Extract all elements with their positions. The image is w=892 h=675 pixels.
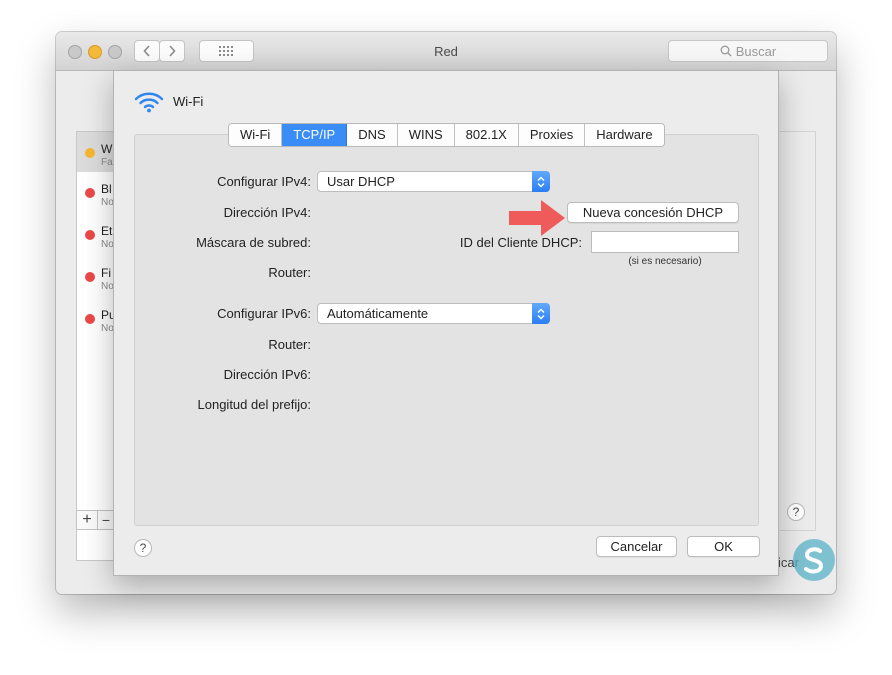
watermark-logo [790,536,838,584]
status-dot [85,230,95,240]
status-dot [85,188,95,198]
service-name: W [101,142,113,156]
configure-ipv4-popup[interactable]: Usar DHCP [317,171,550,192]
service-status: No [101,281,114,292]
dhcp-client-id-input[interactable] [591,231,739,253]
service-status: No [101,239,114,250]
client-id-hint: (si es necesario) [628,256,702,267]
main-help-button[interactable]: ? [787,503,805,521]
tab-wins[interactable]: WINS [397,124,455,146]
tab-content-pane [134,134,759,526]
wifi-advanced-sheet: Wi-Fi Wi-Fi TCP/IP DNS WINS 802.1X Proxi… [113,70,779,576]
configure-ipv6-value: Automáticamente [327,306,429,321]
popup-stepper-icon [532,303,550,324]
ok-button[interactable]: OK [687,536,760,557]
sidebar-controls: + − [76,510,114,530]
service-status: No [101,323,114,334]
configure-ipv6-popup[interactable]: Automáticamente [317,303,550,324]
subnet-mask-label: Máscara de subred: [196,235,311,250]
remove-service-button[interactable]: − [99,511,113,529]
tab-dns[interactable]: DNS [347,124,398,146]
prefix-length-label: Longitud del prefijo: [197,397,311,412]
service-name: Bl [101,182,112,196]
detail-pane-edge [780,131,816,531]
sheet-help-button[interactable]: ? [134,539,152,557]
service-status: No [101,197,114,208]
add-service-button[interactable]: + [77,511,98,529]
interface-name: Wi-Fi [173,94,204,109]
service-name: Fi [101,266,111,280]
ipv6-router-label: Router: [268,337,311,352]
search-icon [720,45,732,57]
ipv4-router-label: Router: [268,265,311,280]
tab-bar: Wi-Fi TCP/IP DNS WINS 802.1X Proxies Har… [228,123,665,147]
ipv4-address-label: Dirección IPv4: [223,205,311,220]
watermark-logo-icon [793,539,835,581]
title-bar: Red Buscar [56,32,836,71]
wifi-icon [134,91,164,118]
status-dot [85,314,95,324]
configure-ipv4-label: Configurar IPv4: [217,174,311,189]
tab-hardware[interactable]: Hardware [585,124,664,146]
service-list[interactable]: W Fa Bl No Et No Fi No Pu No [76,131,116,561]
configure-ipv6-label: Configurar IPv6: [217,306,311,321]
status-dot [85,272,95,282]
service-name: Et [101,224,113,238]
cancel-button[interactable]: Cancelar [596,536,677,557]
popup-stepper-icon [532,171,550,192]
dhcp-client-id-label: ID del Cliente DHCP: [459,235,582,250]
service-status: Fa [101,157,113,168]
search-placeholder: Buscar [735,43,777,59]
tab-wifi[interactable]: Wi-Fi [229,124,283,146]
renew-dhcp-lease-button[interactable]: Nueva concesión DHCP [567,202,739,223]
configure-ipv4-value: Usar DHCP [327,174,395,189]
tab-tcpip[interactable]: TCP/IP [282,124,348,146]
tab-8021x[interactable]: 802.1X [454,124,519,146]
tab-proxies[interactable]: Proxies [518,124,586,146]
ipv6-address-label: Dirección IPv6: [223,367,311,382]
status-dot [85,148,95,158]
search-field[interactable]: Buscar [668,40,828,62]
